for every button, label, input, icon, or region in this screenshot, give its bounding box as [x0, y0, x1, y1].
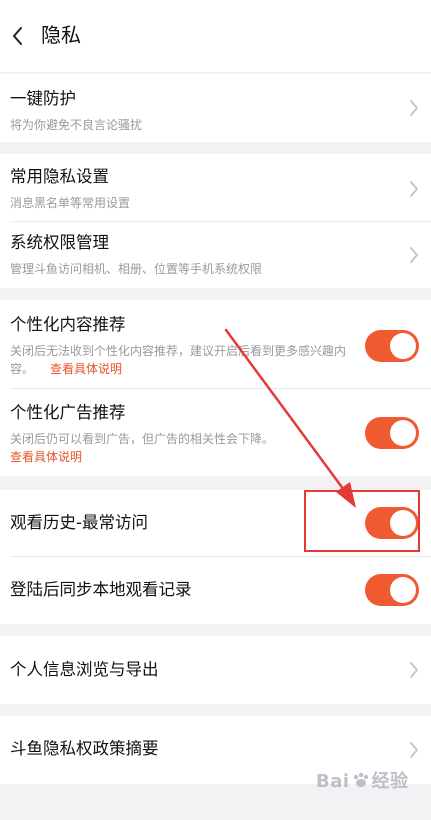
row-description: 关闭后仍可以看到广告，但广告的相关性会下降。查看具体说明: [10, 430, 360, 466]
row-title: 个性化广告推荐: [10, 403, 126, 422]
row-system-permissions[interactable]: 系统权限管理 管理斗鱼访问相机、相册、位置等手机系统权限: [0, 222, 431, 288]
chevron-right-icon: [409, 661, 419, 679]
section-personalization: 个性化内容推荐 关闭后无法收到个性化内容推荐，建议开启后看到更多感兴趣内容。 查看…: [0, 300, 431, 476]
watermark-text-b: 经验: [371, 771, 409, 792]
section-personal-info: 个人信息浏览与导出: [0, 636, 431, 704]
row-description: 关闭后无法收到个性化内容推荐，建议开启后看到更多感兴趣内容。 查看具体说明: [10, 342, 360, 378]
chevron-left-icon: [13, 27, 22, 45]
row-title: 一键防护: [10, 89, 76, 108]
page-title: 隐私: [41, 23, 81, 47]
row-title: 个人信息浏览与导出: [10, 660, 159, 679]
row-personalized-content: 个性化内容推荐 关闭后无法收到个性化内容推荐，建议开启后看到更多感兴趣内容。 查看…: [0, 300, 431, 388]
view-details-link[interactable]: 查看具体说明: [10, 448, 360, 466]
row-personalized-ads: 个性化广告推荐 关闭后仍可以看到广告，但广告的相关性会下降。查看具体说明: [0, 389, 431, 476]
row-title: 登陆后同步本地观看记录: [10, 580, 192, 599]
sync-history-toggle[interactable]: [365, 574, 419, 606]
row-title: 斗鱼隐私权政策摘要: [10, 739, 159, 758]
row-personal-info-export[interactable]: 个人信息浏览与导出: [0, 636, 431, 704]
section-protection: 一键防护 将为你避免不良言论骚扰: [0, 74, 431, 142]
row-title: 常用隐私设置: [10, 167, 109, 186]
chevron-right-icon: [409, 99, 419, 117]
paw-icon: [353, 772, 368, 787]
chevron-right-icon: [409, 180, 419, 198]
chevron-right-icon: [409, 741, 419, 759]
top-bar: 隐私: [0, 0, 431, 72]
row-title: 个性化内容推荐: [10, 315, 126, 334]
watermark-logo: Bai 经验: [316, 770, 409, 794]
row-subtitle: 管理斗鱼访问相机、相册、位置等手机系统权限: [10, 262, 263, 276]
personalized-content-toggle[interactable]: [365, 330, 419, 362]
row-title: 观看历史-最常访问: [10, 513, 148, 532]
toggle-knob: [390, 420, 416, 446]
back-button[interactable]: [6, 22, 30, 50]
watermark-text-a: Bai: [316, 771, 350, 792]
row-subtitle: 消息黑名单等常用设置: [10, 196, 131, 210]
row-common-privacy-settings[interactable]: 常用隐私设置 消息黑名单等常用设置: [0, 154, 431, 221]
view-details-link[interactable]: 查看具体说明: [50, 362, 122, 376]
chevron-right-icon: [409, 246, 419, 264]
annotation-highlight-box: [304, 490, 420, 552]
section-settings: 常用隐私设置 消息黑名单等常用设置 系统权限管理 管理斗鱼访问相机、相册、位置等…: [0, 154, 431, 288]
personalized-ads-toggle[interactable]: [365, 417, 419, 449]
row-subtitle: 将为你避免不良言论骚扰: [10, 118, 143, 132]
row-sync-history: 登陆后同步本地观看记录: [0, 557, 431, 624]
description-text: 关闭后仍可以看到广告，但广告的相关性会下降。: [10, 432, 275, 446]
row-one-key-protection[interactable]: 一键防护 将为你避免不良言论骚扰: [0, 74, 431, 142]
toggle-knob: [390, 577, 416, 603]
toggle-knob: [390, 333, 416, 359]
row-title: 系统权限管理: [10, 233, 109, 252]
